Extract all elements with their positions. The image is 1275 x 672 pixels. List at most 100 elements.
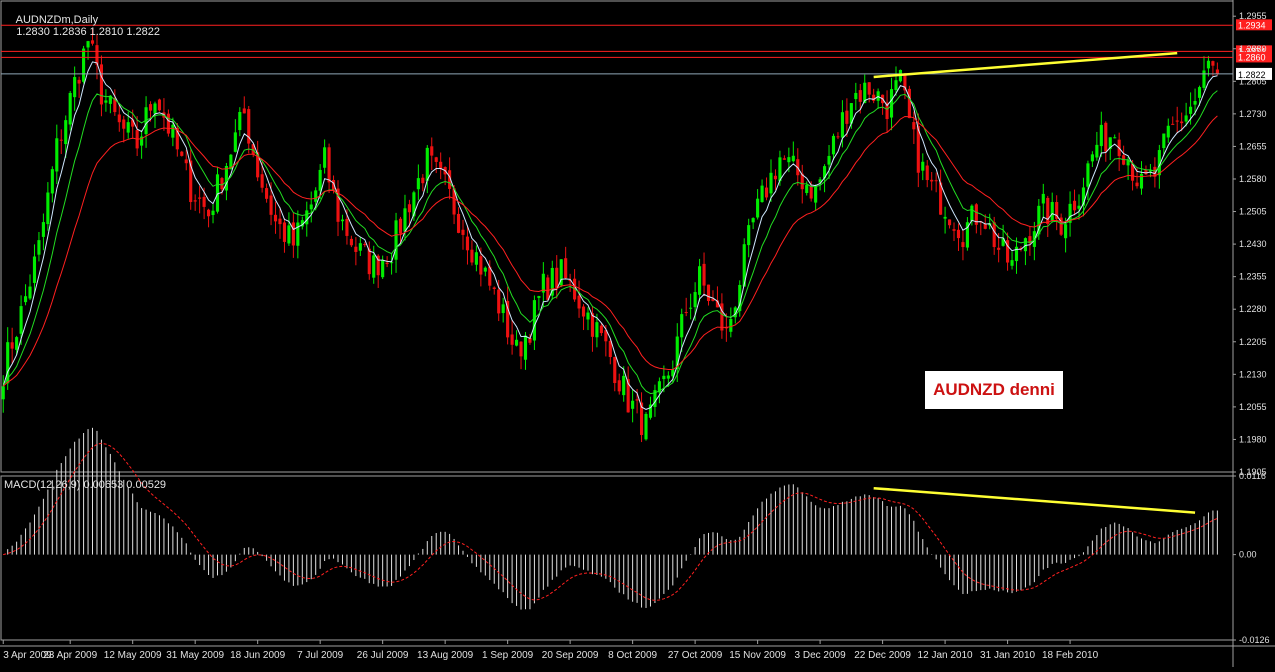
candle-body: [546, 277, 550, 300]
candle-body: [1171, 123, 1175, 125]
candle-body: [10, 342, 14, 349]
candle-body: [99, 64, 103, 105]
x-tick-label: 15 Nov 2009: [729, 650, 786, 661]
candle-body: [104, 100, 108, 103]
candle-body: [590, 313, 595, 337]
x-tick-label: 26 Jul 2009: [357, 650, 409, 661]
candle-body: [1099, 124, 1103, 147]
candle-body: [867, 82, 871, 95]
candle-body: [1072, 200, 1077, 211]
candle-body: [1023, 238, 1027, 252]
candle-body: [1193, 101, 1197, 105]
candle-body: [73, 77, 77, 98]
candle-body: [595, 322, 599, 338]
y-tick-label: 1.2130: [1239, 369, 1267, 379]
candle-body: [233, 132, 237, 152]
candle-body: [1206, 60, 1211, 69]
candle-body: [693, 292, 697, 308]
candle-body: [474, 252, 478, 265]
candle-body: [930, 179, 934, 182]
macd-signal-line: [3, 442, 1218, 601]
candle-body: [631, 400, 635, 409]
y-tick-label: 1.1980: [1239, 434, 1267, 444]
price-chart-header: AUDNZDm,Daily 1.2830 1.2836 1.2810 1.282…: [4, 2, 160, 50]
candle-body: [314, 190, 318, 202]
candle-body: [550, 267, 554, 296]
y-tick-label: 1.2055: [1239, 402, 1267, 412]
candle-body: [756, 198, 760, 218]
candle-body: [1144, 169, 1148, 175]
candle-body: [831, 135, 836, 155]
y-tick-label: 1.2280: [1239, 304, 1267, 314]
candle-body: [416, 178, 420, 190]
candle-body: [273, 214, 278, 222]
candle-body: [122, 119, 126, 129]
macd-y-tick-label: 0.0116: [1239, 471, 1266, 481]
candle-body: [1215, 69, 1219, 74]
candle-body: [55, 138, 59, 172]
candle-body: [224, 165, 228, 191]
candle-body: [997, 247, 1001, 250]
x-tick-label: 20 Sep 2009: [542, 650, 599, 661]
y-tick-label: 1.2505: [1239, 207, 1267, 217]
candle-body: [515, 339, 519, 346]
x-tick-label: 22 Dec 2009: [854, 650, 911, 661]
candle-body: [180, 151, 184, 156]
candle-body: [1086, 163, 1090, 187]
candle-body: [1046, 197, 1050, 224]
candle-body: [1050, 202, 1054, 221]
candle-body: [117, 114, 121, 123]
candle-body: [769, 172, 773, 194]
candle-body: [483, 267, 487, 272]
candle-body: [340, 219, 345, 222]
candle-body: [845, 110, 849, 124]
candle-body: [153, 103, 157, 114]
x-tick-label: 7 Jul 2009: [297, 650, 344, 661]
candle-body: [19, 306, 23, 334]
candle-body: [1064, 224, 1068, 239]
candle-body: [876, 91, 880, 101]
macd-y-tick-label: -0.0126: [1239, 635, 1270, 645]
y-tick-label: 1.2955: [1239, 11, 1267, 21]
candle-body: [390, 262, 394, 264]
x-tick-label: 1 Sep 2009: [482, 650, 534, 661]
candle-body: [1197, 87, 1202, 98]
y-tick-label: 1.2355: [1239, 272, 1267, 282]
candle-body: [840, 112, 844, 138]
candle-body: [787, 157, 791, 163]
candle-body: [564, 258, 568, 279]
candle-body: [282, 222, 287, 242]
candle-body: [367, 248, 371, 275]
symbol-label: AUDNZDm,Daily: [15, 14, 99, 26]
candle-body: [644, 413, 648, 440]
candle-body: [242, 108, 246, 114]
candle-body: [59, 139, 63, 141]
candle-body: [662, 375, 666, 380]
x-tick-label: 3 Dec 2009: [795, 650, 847, 661]
candle-body: [349, 238, 353, 246]
candle-body: [1113, 137, 1117, 139]
candle-body: [372, 255, 376, 278]
candle-body: [157, 99, 162, 111]
candle-body: [827, 155, 831, 165]
candle-body: [1189, 106, 1193, 114]
y-tick-label: 1.2580: [1239, 174, 1267, 184]
candle-body: [854, 92, 858, 100]
candle-body: [439, 161, 443, 169]
candle-body: [41, 222, 45, 237]
candle-body: [747, 225, 751, 246]
candle-body: [581, 306, 586, 317]
candle-body: [599, 325, 603, 334]
candle-body: [385, 262, 389, 265]
candle-body: [202, 196, 206, 207]
candle-body: [407, 204, 411, 213]
candle-body: [211, 210, 215, 215]
x-tick-label: 12 Jan 2010: [918, 650, 973, 661]
x-tick-label: 31 Jan 2010: [980, 650, 1035, 661]
chart-annotation-label: AUDNZD denni: [925, 371, 1063, 409]
candle-body: [166, 113, 170, 134]
candle-body: [148, 104, 153, 111]
candle-body: [15, 337, 19, 350]
candle-body: [1104, 122, 1108, 152]
candle-body: [764, 187, 769, 198]
